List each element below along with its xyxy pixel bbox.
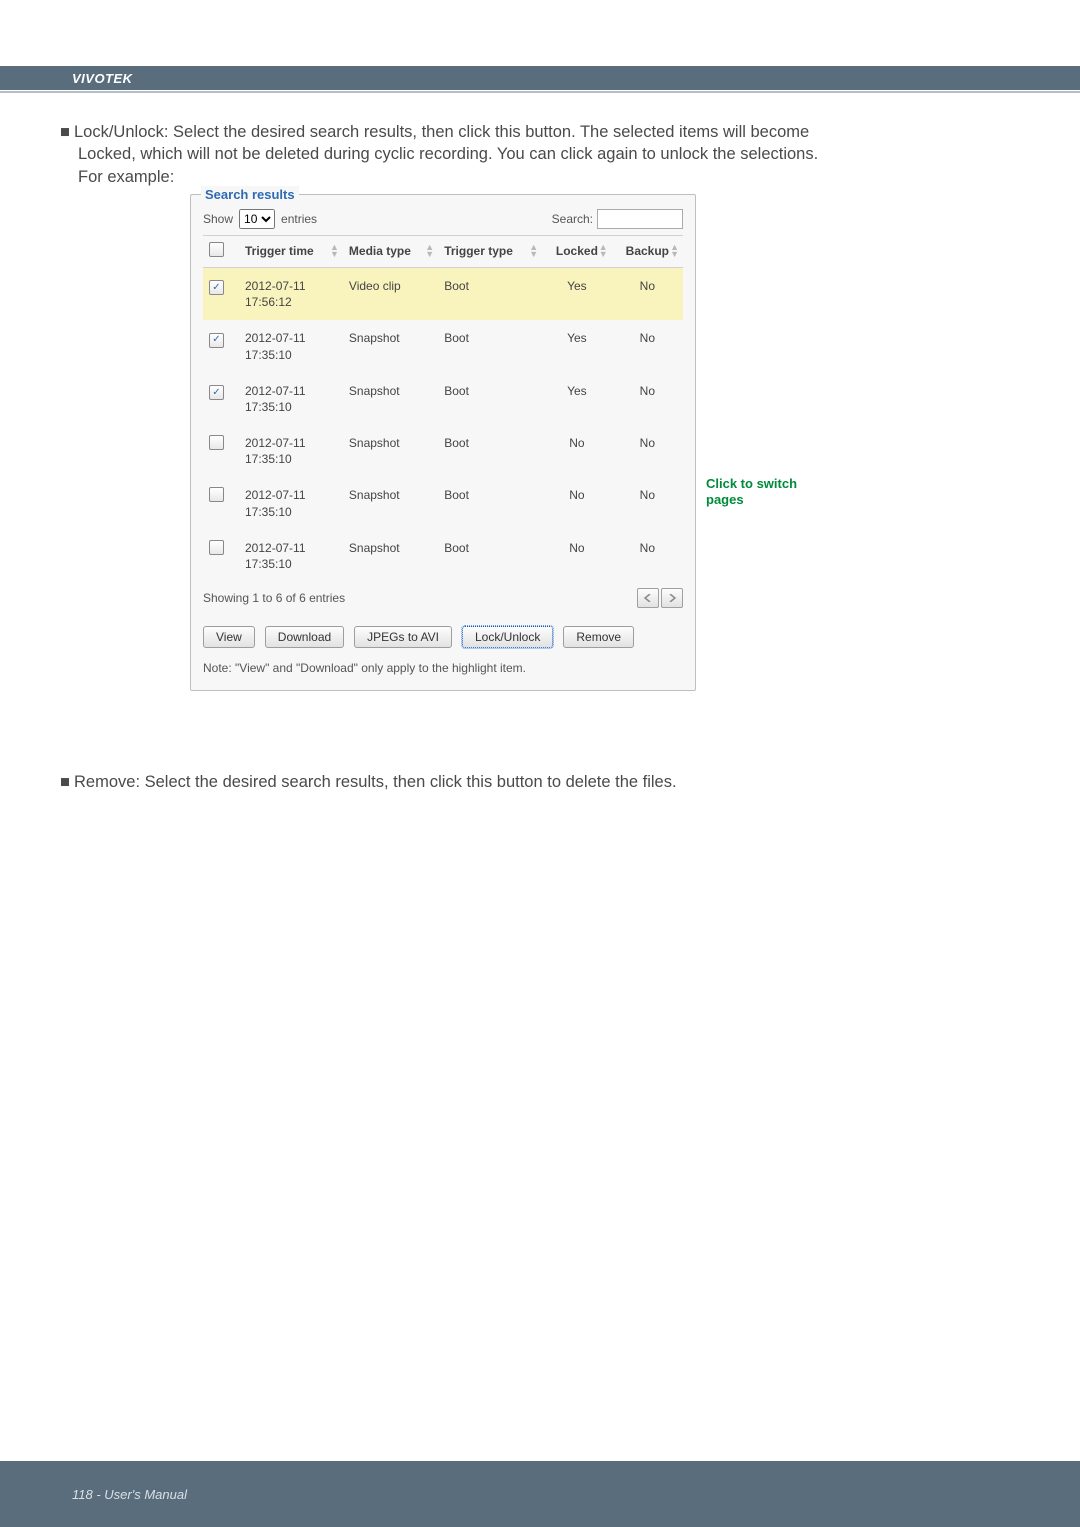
row-checkbox[interactable]: ✓ [209,385,224,400]
pager-next[interactable] [661,588,683,608]
download-button[interactable]: Download [265,626,344,648]
sort-icon: ▲▼ [425,244,434,258]
view-button[interactable]: View [203,626,255,648]
annotation-text: Click to switch pages [706,476,826,509]
col-backup-label: Backup [626,244,669,258]
sort-icon: ▲▼ [599,244,608,258]
show-label-right: entries [281,211,317,227]
show-label-left: Show [203,211,233,227]
chevron-right-icon [668,594,676,602]
sort-icon: ▲▼ [529,244,538,258]
col-trigger-type-label: Trigger type [444,244,513,258]
table-row[interactable]: ✓ 2012-07-1117:56:12 Video clipBootYesNo [203,267,683,320]
lock-line3: For example: [78,166,1020,188]
col-locked[interactable]: Locked ▲▼ [542,235,612,267]
col-trigger-time-label: Trigger time [245,244,314,258]
search-results-panel: Search results Show 10 entries Search: [190,194,696,692]
cell-media-type: Snapshot [343,530,438,582]
cell-locked: Yes [542,267,612,320]
col-backup[interactable]: Backup ▲▼ [612,235,683,267]
cell-trigger-type: Boot [438,267,542,320]
panel-legend: Search results [201,186,299,204]
cell-backup: No [612,530,683,582]
table-row[interactable]: 2012-07-1117:35:10SnapshotBootNoNo [203,477,683,529]
cell-media-type: Snapshot [343,320,438,372]
cell-backup: No [612,425,683,477]
cell-trigger-type: Boot [438,373,542,425]
cell-backup: No [612,373,683,425]
bullet-icon: ■ [60,121,74,143]
cell-backup: No [612,477,683,529]
cell-trigger-type: Boot [438,425,542,477]
pager [637,588,683,608]
lock-unlock-button[interactable]: Lock/Unlock [462,626,553,648]
row-checkbox[interactable] [209,540,224,555]
jpegs-to-avi-button[interactable]: JPEGs to AVI [354,626,452,648]
cell-locked: No [542,425,612,477]
bullet-icon: ■ [60,771,74,793]
col-trigger-time[interactable]: Trigger time ▲▼ [239,235,343,267]
cell-media-type: Snapshot [343,425,438,477]
cell-trigger-time: 2012-07-1117:35:10 [245,331,306,361]
cell-locked: No [542,477,612,529]
chevron-left-icon [644,594,652,602]
showing-text: Showing 1 to 6 of 6 entries [203,590,345,606]
cell-backup: No [612,267,683,320]
col-media-type-label: Media type [349,244,411,258]
footer-text: 118 - User's Manual [72,1487,187,1502]
table-row[interactable]: 2012-07-1117:35:10SnapshotBootNoNo [203,530,683,582]
footer-bar: 118 - User's Manual [0,1461,1080,1527]
col-media-type[interactable]: Media type ▲▼ [343,235,438,267]
entries-selector: Show 10 entries [203,209,317,229]
cell-trigger-type: Boot [438,320,542,372]
lock-unlock-paragraph: ■ Lock/Unlock: Select the desired search… [60,121,1020,188]
col-locked-label: Locked [556,244,598,258]
brand-strip: VIVOTEK [0,66,1080,90]
remove-line: Remove: Select the desired search result… [74,773,677,791]
note-text: Note: "View" and "Download" only apply t… [203,660,683,676]
cell-trigger-time: 2012-07-1117:35:10 [245,384,306,414]
cell-media-type: Snapshot [343,373,438,425]
entries-select[interactable]: 10 [239,209,275,229]
cell-media-type: Video clip [343,267,438,320]
table-row[interactable]: 2012-07-1117:35:10SnapshotBootNoNo [203,425,683,477]
sort-icon: ▲▼ [670,244,679,258]
results-table: Trigger time ▲▼ Media type ▲▼ Trigger ty… [203,235,683,582]
cell-media-type: Snapshot [343,477,438,529]
sort-icon: ▲▼ [330,244,339,258]
cell-trigger-type: Boot [438,530,542,582]
cell-trigger-time: 2012-07-1117:56:12 [245,279,306,309]
search-input[interactable] [597,209,683,229]
annotation-line2: pages [706,492,744,507]
table-row[interactable]: ✓ 2012-07-1117:35:10 SnapshotBootYesNo [203,320,683,372]
row-checkbox[interactable] [209,487,224,502]
cell-backup: No [612,320,683,372]
lock-line2: Locked, which will not be deleted during… [78,143,1020,165]
cell-trigger-time: 2012-07-1117:35:10 [245,436,306,466]
lock-line1: Lock/Unlock: Select the desired search r… [74,123,809,141]
select-all-checkbox[interactable] [209,242,224,257]
cell-trigger-time: 2012-07-1117:35:10 [245,488,306,518]
table-row[interactable]: ✓ 2012-07-1117:35:10 SnapshotBootYesNo [203,373,683,425]
search-label: Search: [552,211,593,227]
row-checkbox[interactable]: ✓ [209,280,224,295]
annotation-line1: Click to switch [706,476,797,491]
brand-text: VIVOTEK [72,71,133,86]
cell-locked: Yes [542,320,612,372]
col-trigger-type[interactable]: Trigger type ▲▼ [438,235,542,267]
pager-prev[interactable] [637,588,659,608]
row-checkbox[interactable] [209,435,224,450]
cell-locked: Yes [542,373,612,425]
cell-trigger-time: 2012-07-1117:35:10 [245,541,306,571]
header-spacer [0,0,1080,66]
row-checkbox[interactable]: ✓ [209,333,224,348]
header-divider [0,91,1080,93]
remove-button[interactable]: Remove [563,626,634,648]
cell-locked: No [542,530,612,582]
remove-paragraph: ■ Remove: Select the desired search resu… [60,771,1020,793]
cell-trigger-type: Boot [438,477,542,529]
